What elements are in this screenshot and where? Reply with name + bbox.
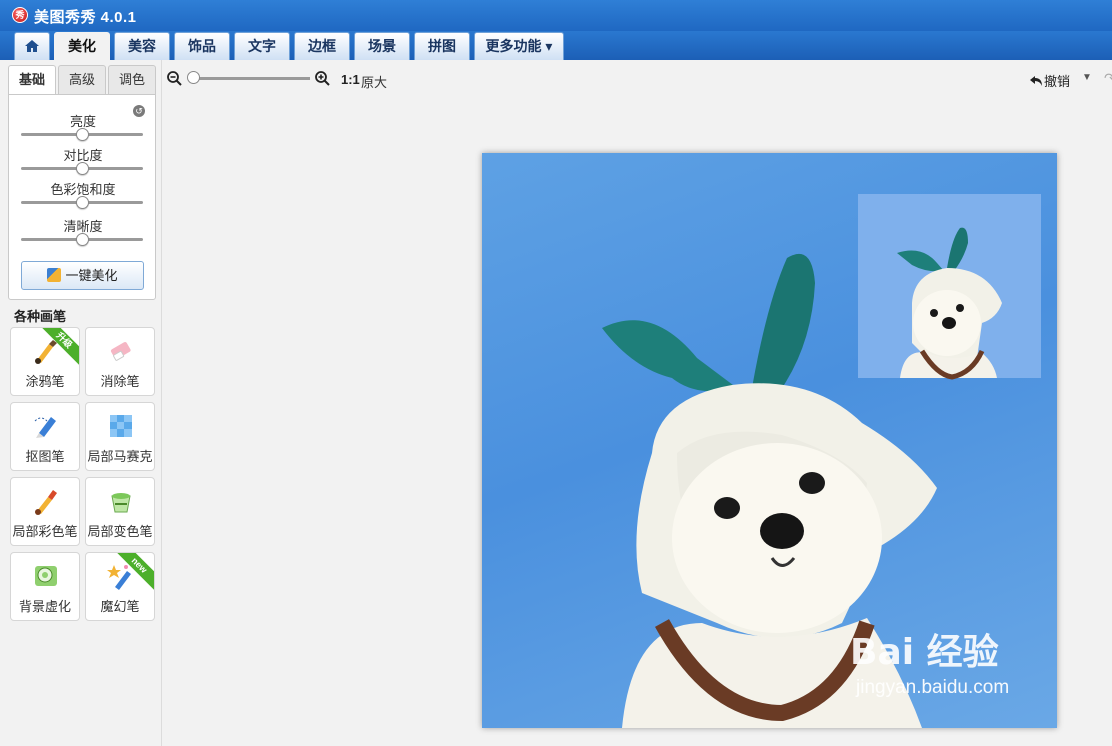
- local-recolor-brush-button[interactable]: 局部变色笔: [85, 477, 155, 546]
- mosaic-icon: [110, 415, 132, 437]
- app-title: 美图秀秀 4.0.1: [34, 9, 137, 26]
- basic-adjust-box: ↺ 亮度 对比度 色彩饱和度 清晰度 一键美化: [8, 94, 156, 300]
- tab-text[interactable]: 文字: [234, 32, 290, 60]
- redo-icon[interactable]: ↷: [1104, 70, 1112, 87]
- tab-accessories[interactable]: 饰品: [174, 32, 230, 60]
- one-click-beautify-label: 一键美化: [65, 268, 118, 283]
- local-color-brush-label: 局部彩色笔: [12, 524, 78, 539]
- background-blur-button[interactable]: 背景虚化: [10, 552, 80, 621]
- local-mosaic-label: 局部马赛克: [87, 449, 153, 464]
- watermark-main-text: Bai 经验: [850, 632, 999, 673]
- brightness-slider-knob[interactable]: [76, 128, 89, 141]
- magic-brush-button[interactable]: new 魔幻笔: [85, 552, 155, 621]
- home-icon: [25, 40, 39, 52]
- watermark-url-text: jingyan.baidu.com: [856, 677, 1010, 698]
- subtab-color[interactable]: 调色: [108, 65, 156, 95]
- local-mosaic-button[interactable]: 局部马赛克: [85, 402, 155, 471]
- tab-beautify[interactable]: 美化: [54, 32, 110, 60]
- baidu-watermark: Bai 经验 jingyan.baidu.com: [850, 623, 1009, 699]
- undo-history-dropdown-icon[interactable]: ▼: [1082, 72, 1092, 83]
- main-tab-bar: 美化 美容 饰品 文字 边框 场景 拼图 更多功能 ▾: [0, 31, 1112, 60]
- local-recolor-brush-label: 局部变色笔: [87, 524, 153, 539]
- doodle-brush-label: 涂鸦笔: [25, 374, 65, 389]
- eraser-icon: [110, 342, 131, 361]
- undo-button[interactable]: 撤销: [1030, 71, 1070, 90]
- saturation-slider-knob[interactable]: [76, 196, 89, 209]
- cutout-brush-button[interactable]: 抠图笔: [10, 402, 80, 471]
- zoom-in-icon[interactable]: [315, 71, 330, 86]
- home-tab[interactable]: [14, 32, 50, 60]
- contrast-slider-knob[interactable]: [76, 162, 89, 175]
- original-size-button[interactable]: 原大: [361, 72, 387, 91]
- tab-frame[interactable]: 边框: [294, 32, 350, 60]
- undo-icon: [1030, 76, 1042, 86]
- app-logo-icon: 秀: [12, 7, 28, 23]
- zoom-out-icon[interactable]: [167, 71, 182, 86]
- sharpness-slider[interactable]: [21, 233, 143, 246]
- brightness-slider[interactable]: [21, 128, 143, 141]
- tab-more-features[interactable]: 更多功能 ▾: [474, 32, 564, 60]
- title-bar: 秀 美图秀秀 4.0.1: [0, 0, 1112, 31]
- eraser-brush-label: 消除笔: [100, 374, 140, 389]
- adjust-subtabs: 基础 高级 调色: [8, 65, 156, 95]
- paint-bucket-icon: [111, 493, 131, 513]
- cutout-pen-icon: [34, 417, 56, 438]
- subtab-advanced[interactable]: 高级: [58, 65, 106, 95]
- local-color-brush-button[interactable]: 局部彩色笔: [10, 477, 80, 546]
- zoom-slider[interactable]: [190, 77, 310, 80]
- background-blur-icon: [35, 566, 57, 586]
- left-panel: 基础 高级 调色 ↺ 亮度 对比度 色彩饱和度 清晰度 一键美化 各种画笔 升级…: [0, 60, 162, 746]
- editor-toolbar: 1:1 原大 撤销 ▼ ↷: [162, 60, 1112, 98]
- eraser-brush-button[interactable]: 消除笔: [85, 327, 155, 396]
- contrast-slider[interactable]: [21, 162, 143, 175]
- magic-wand-icon: [47, 268, 62, 282]
- magic-brush-label: 魔幻笔: [100, 599, 140, 614]
- actual-size-ratio[interactable]: 1:1: [341, 72, 360, 87]
- background-blur-label: 背景虚化: [18, 599, 71, 614]
- tab-collage[interactable]: 拼图: [414, 32, 470, 60]
- brushes-title: 各种画笔: [14, 309, 67, 324]
- cutout-brush-label: 抠图笔: [25, 449, 65, 464]
- undo-label: 撤销: [1044, 74, 1071, 89]
- tab-scene[interactable]: 场景: [354, 32, 410, 60]
- color-brush-icon: [35, 490, 57, 515]
- sharpness-slider-knob[interactable]: [76, 233, 89, 246]
- doodle-brush-button[interactable]: 升级 涂鸦笔: [10, 327, 80, 396]
- one-click-beautify-button[interactable]: 一键美化: [21, 261, 144, 290]
- zoom-slider-knob[interactable]: [187, 71, 200, 84]
- subtab-basic[interactable]: 基础: [8, 65, 56, 95]
- image-canvas[interactable]: Bai 经验 jingyan.baidu.com: [482, 153, 1057, 728]
- tab-cosmetic[interactable]: 美容: [114, 32, 170, 60]
- saturation-slider[interactable]: [21, 196, 143, 209]
